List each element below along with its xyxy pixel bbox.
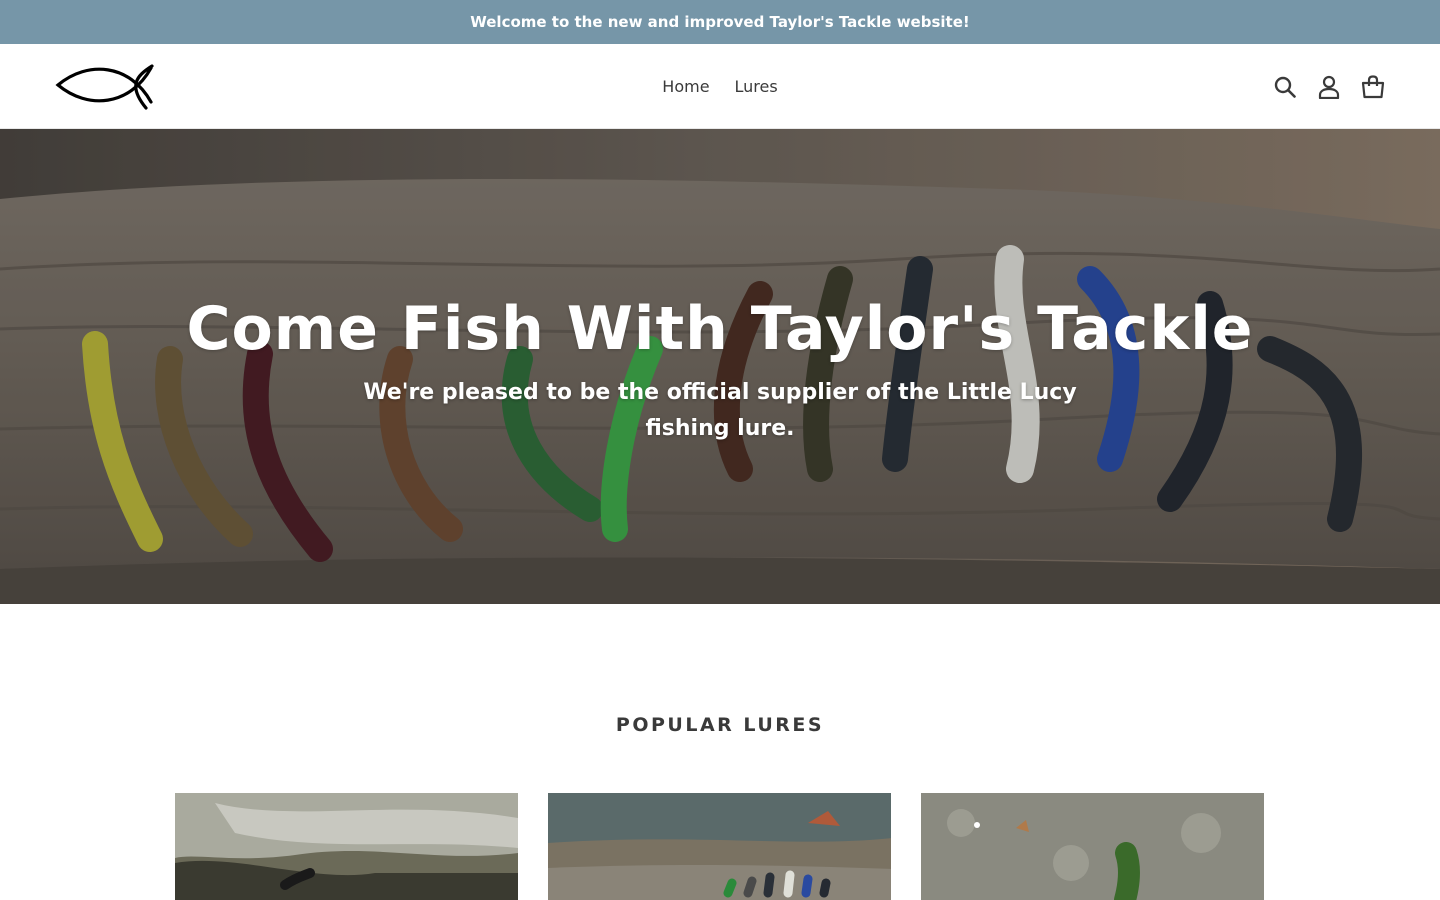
main-nav: Home Lures <box>0 44 1440 129</box>
hero-image <box>0 129 1440 604</box>
product-grid <box>175 793 1264 900</box>
announcement-text: Welcome to the new and improved Taylor's… <box>470 13 970 31</box>
hero-banner: Come Fish With Taylor's Tackle We're ple… <box>0 129 1440 604</box>
account-icon[interactable] <box>1316 74 1342 100</box>
hero-subtitle: We're pleased to be the official supplie… <box>363 380 1077 441</box>
fish-logo-icon[interactable] <box>52 56 160 112</box>
search-icon[interactable] <box>1272 74 1298 100</box>
header-icons <box>1272 44 1386 129</box>
product-image-log-stream <box>548 793 891 900</box>
cart-icon[interactable] <box>1360 74 1386 100</box>
nav-lures[interactable]: Lures <box>735 77 778 96</box>
nav-home[interactable]: Home <box>662 77 709 96</box>
product-image-rock-water <box>175 793 518 900</box>
popular-lures-heading: POPULAR LURES <box>615 714 825 736</box>
hero-title: Come Fish With Taylor's Tackle <box>186 294 1254 364</box>
product-card[interactable] <box>921 793 1264 900</box>
product-image-green-lure <box>921 793 1264 900</box>
site-header: Home Lures <box>0 44 1440 129</box>
product-card[interactable] <box>548 793 891 900</box>
product-card[interactable] <box>175 793 518 900</box>
announcement-bar: Welcome to the new and improved Taylor's… <box>0 0 1440 44</box>
